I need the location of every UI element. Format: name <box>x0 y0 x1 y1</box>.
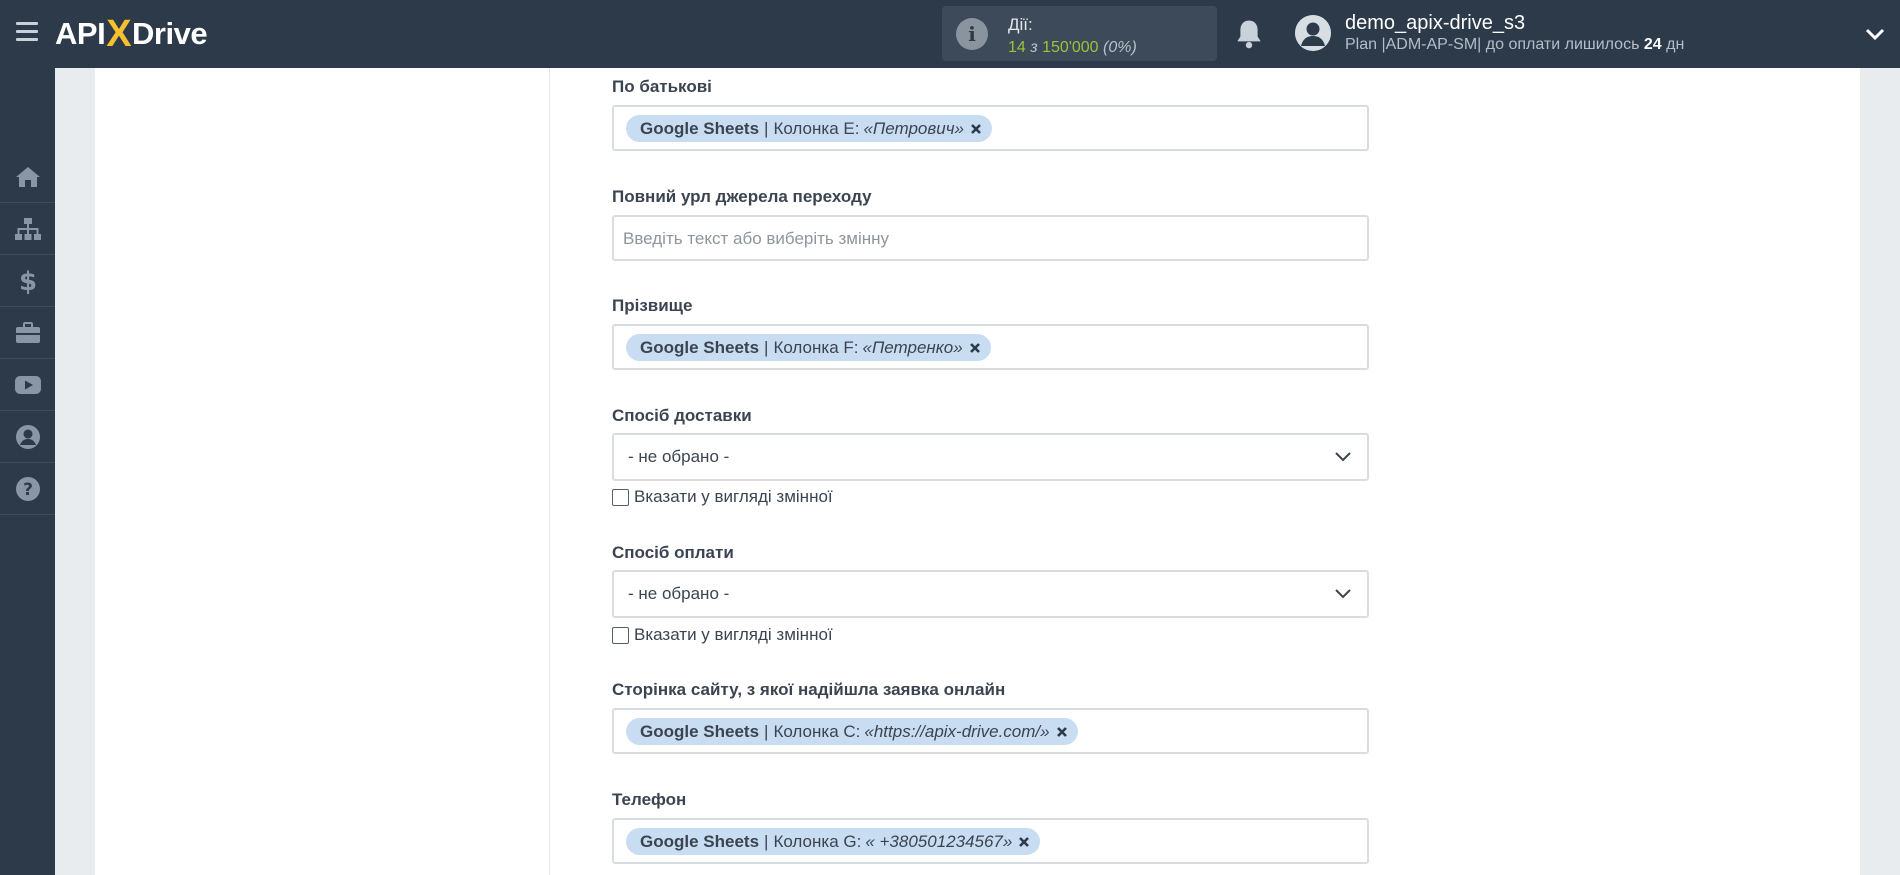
sidebar-item-home[interactable] <box>0 151 55 203</box>
svg-text:?: ? <box>23 480 33 500</box>
close-icon[interactable] <box>1056 726 1068 738</box>
referrer-url-input[interactable]: Введіть текст або виберіть змінну <box>612 215 1369 261</box>
tag-source: Google Sheets <box>640 338 760 357</box>
sidebar: $ ? <box>0 68 55 875</box>
delivery-checkbox-label: Вказати у вигляді змінної <box>634 487 833 506</box>
surname-field[interactable]: Google Sheets | Колонка F: «Петренко» <box>612 324 1369 370</box>
close-icon[interactable] <box>970 123 982 135</box>
menu-icon[interactable] <box>16 22 38 42</box>
chevron-down-icon <box>1335 452 1351 462</box>
patronymic-field[interactable]: Google Sheets | Колонка E: «Петрович» <box>612 105 1369 151</box>
phone-field[interactable]: Google Sheets | Колонка G: « +380501234567» <box>612 818 1369 864</box>
briefcase-icon <box>15 321 40 343</box>
tag-source: Google Sheets <box>640 722 760 741</box>
payment-label: Спосіб оплати <box>612 543 734 562</box>
top-bar: API X Drive i Дії: 14 з 150'000 (0%) demo_… <box>0 0 1900 68</box>
delivery-as-variable: Вказати у вигляді змінної <box>612 487 833 507</box>
actions-counter: i Дії: 14 з 150'000 (0%) <box>942 6 1217 61</box>
avatar[interactable] <box>1295 15 1331 51</box>
tag-value: «https://apix-drive.com/» <box>864 722 1050 741</box>
payment-selected: - не обрано - <box>628 584 730 603</box>
page-label: Сторінка сайту, з якої надійшла заявка о… <box>612 680 1006 699</box>
info-icon: i <box>956 18 988 50</box>
tag-source: Google Sheets <box>640 119 760 138</box>
close-icon[interactable] <box>1018 836 1030 848</box>
sidebar-item-connections[interactable] <box>0 203 55 255</box>
user-plan: Plan |ADM-AP-SM| до оплати лишилось 24 д… <box>1345 36 1685 53</box>
payment-as-variable: Вказати у вигляді змінної <box>612 625 833 645</box>
tag-separator: | <box>764 722 769 741</box>
question-icon: ? <box>15 476 40 501</box>
surname-label: Прізвище <box>612 296 693 315</box>
bell-icon[interactable] <box>1234 18 1264 50</box>
tag-value: « +380501234567» <box>865 832 1013 851</box>
referrer-url-placeholder: Введіть текст або виберіть змінну <box>623 229 890 248</box>
payment-select[interactable]: - не обрано - <box>612 570 1369 618</box>
variable-tag[interactable]: Google Sheets | Колонка G: « +380501234567» <box>626 828 1041 855</box>
page-field[interactable]: Google Sheets | Колонка C: «https://apix-dr… <box>612 708 1369 754</box>
chevron-down-icon[interactable] <box>1864 24 1886 44</box>
tag-column: Колонка F: <box>773 338 859 357</box>
close-icon[interactable] <box>969 342 981 354</box>
user-icon <box>1295 15 1331 51</box>
logo[interactable]: API X Drive <box>55 12 208 55</box>
user-circle-icon <box>15 424 40 449</box>
phone-label: Телефон <box>612 790 687 809</box>
tag-separator: | <box>764 832 769 851</box>
logo-x: X <box>106 12 132 55</box>
tag-value: «Петрович» <box>863 119 964 138</box>
sitemap-icon <box>14 217 41 240</box>
sidebar-item-video[interactable] <box>0 359 55 411</box>
sidebar-item-billing[interactable]: $ <box>0 255 55 307</box>
chevron-down-icon <box>1335 589 1351 599</box>
sidebar-item-profile[interactable] <box>0 411 55 463</box>
variable-tag[interactable]: Google Sheets | Колонка F: «Петренко» <box>626 334 991 361</box>
dollar-icon: $ <box>19 268 37 294</box>
payment-variable-checkbox[interactable] <box>612 626 629 644</box>
youtube-icon <box>14 375 41 394</box>
variable-tag[interactable]: Google Sheets | Колонка E: «Петрович» <box>626 115 992 142</box>
actions-count: 14 з 150'000 (0%) <box>1008 39 1137 56</box>
variable-tag[interactable]: Google Sheets | Колонка C: «https://apix-dr… <box>626 718 1078 745</box>
svg-text:$: $ <box>19 268 37 294</box>
logo-text-left: API <box>55 16 106 51</box>
actions-title: Дії: <box>1008 15 1033 34</box>
patronymic-label: По батькові <box>612 77 712 96</box>
user-name[interactable]: demo_apix-drive_s3 <box>1345 12 1525 35</box>
delivery-selected: - не обрано - <box>628 447 730 466</box>
home-icon <box>15 166 40 187</box>
delivery-label: Спосіб доставки <box>612 406 752 425</box>
tag-column: Колонка G: <box>773 832 862 851</box>
tag-separator: | <box>764 338 769 357</box>
delivery-variable-checkbox[interactable] <box>612 488 629 506</box>
logo-text-right: Drive <box>132 16 208 51</box>
main-content: По батькові Google Sheets | Колонка E: «Пет… <box>95 68 1860 875</box>
tag-value: «Петренко» <box>862 338 963 357</box>
sidebar-item-tools[interactable] <box>0 307 55 359</box>
tag-source: Google Sheets <box>640 832 760 851</box>
tag-column: Колонка E: <box>773 119 860 138</box>
sidebar-item-help[interactable]: ? <box>0 463 55 515</box>
referrer-url-label: Повний урл джерела переходу <box>612 187 872 206</box>
left-panel <box>95 68 550 875</box>
delivery-select[interactable]: - не обрано - <box>612 433 1369 481</box>
payment-checkbox-label: Вказати у вигляді змінної <box>634 625 833 644</box>
tag-column: Колонка C: <box>773 722 861 741</box>
tag-separator: | <box>764 119 769 138</box>
